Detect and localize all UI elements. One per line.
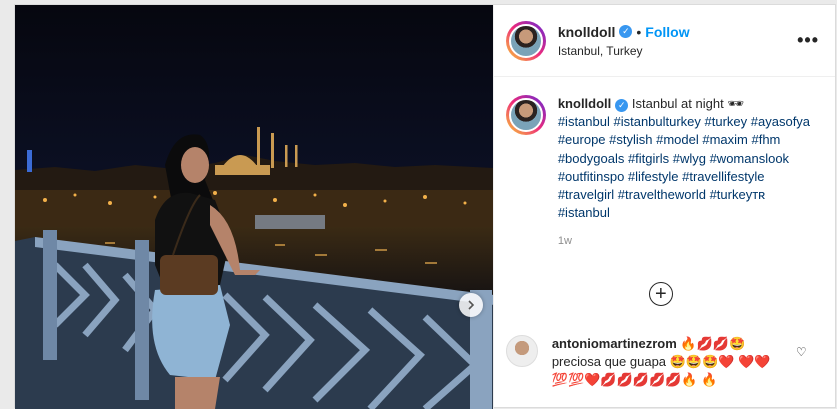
location-link[interactable]: Istanbul, Turkey	[558, 44, 797, 58]
author-avatar[interactable]	[505, 20, 546, 61]
caption-body: knolldoll ✓ Istanbul at night 🕶 #istanbul…	[558, 95, 818, 251]
more-options-icon[interactable]: •••	[797, 30, 819, 51]
commenter-avatar[interactable]	[505, 335, 538, 367]
post-time[interactable]: 1w	[558, 232, 818, 250]
avatar-image	[508, 23, 543, 58]
avatar-image	[508, 98, 543, 132]
caption-avatar[interactable]	[505, 95, 546, 135]
instagram-post: knolldoll ✓ • Follow Istanbul, Turkey ••…	[14, 4, 836, 409]
dot-separator: •	[636, 23, 642, 40]
post-sidebar: knolldoll ✓ • Follow Istanbul, Turkey ••…	[492, 5, 835, 409]
like-comment-heart-icon[interactable]: ♡	[796, 345, 807, 359]
post-photo[interactable]	[15, 5, 493, 409]
author-username[interactable]: knolldoll	[558, 24, 616, 40]
comment: antoniomartinezrom 🔥💋💋🤩 preciosa que gua…	[505, 335, 826, 389]
follow-button[interactable]: Follow	[645, 24, 689, 40]
caption: knolldoll ✓ Istanbul at night 🕶 #istanbul…	[494, 77, 835, 251]
plus-circle-icon: +	[654, 283, 667, 305]
commenter-username[interactable]: antoniomartinezrom	[552, 336, 677, 351]
hashtags[interactable]: #istanbul #istanbulturkey #turkey #ayaso…	[558, 114, 810, 220]
load-more-comments-button[interactable]: +	[648, 282, 673, 306]
verified-badge-icon: ✓	[615, 98, 629, 112]
chevron-right-icon	[468, 300, 475, 310]
header-text: knolldoll ✓ • Follow Istanbul, Turkey	[558, 24, 797, 58]
next-photo-button[interactable]	[459, 293, 483, 317]
verified-badge-icon: ✓	[619, 25, 633, 38]
caption-text: Istanbul at night 🕶	[628, 96, 744, 111]
caption-username[interactable]: knolldoll	[558, 96, 611, 111]
comment-body: antoniomartinezrom 🔥💋💋🤩 preciosa que gua…	[552, 335, 777, 389]
post-header: knolldoll ✓ • Follow Istanbul, Turkey ••…	[493, 5, 835, 77]
night-bridge-photo	[15, 5, 493, 409]
user-row: knolldoll ✓ • Follow	[558, 24, 797, 40]
